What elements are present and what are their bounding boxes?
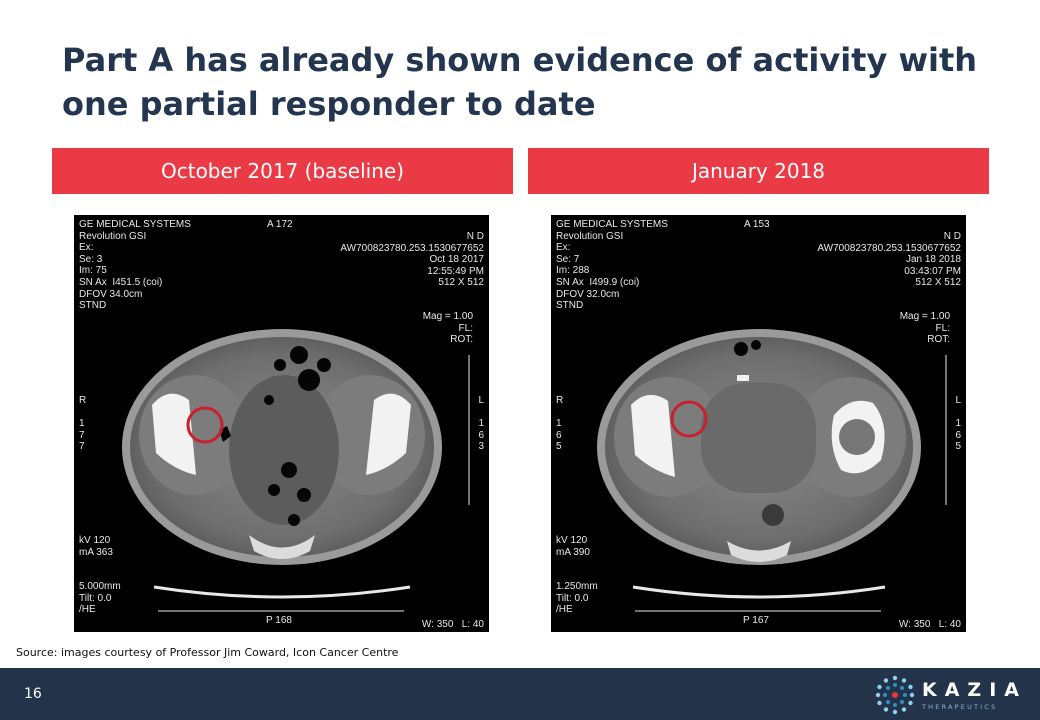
logo-tagline: THERAPEUTICS: [922, 703, 998, 711]
scan-kv-ma: kV 120 mA 390: [556, 535, 590, 558]
scan-position: P 168: [266, 615, 292, 626]
kazia-logo-icon: [875, 675, 915, 715]
scan-header-right: N D AW700823780.253.1530677652 Jan 18 20…: [817, 231, 961, 289]
footer-bar: 16 KAZIA THERAPEUTICS: [0, 668, 1040, 720]
scan-slice-info: 5.000mm Tilt: 0.0 /HE: [79, 581, 121, 616]
logo-wordmark: KAZIA: [922, 679, 1027, 701]
slide-title: Part A has already shown evidence of act…: [62, 38, 982, 126]
ct-scan-followup: GE MEDICAL SYSTEMS Revolution GSI Ex: Se…: [551, 215, 966, 632]
banner-followup: January 2018: [528, 148, 989, 194]
scan-window-level: W: 350 L: 40: [898, 619, 961, 630]
kazia-logo: KAZIA THERAPEUTICS: [874, 674, 1024, 716]
scan-header-right: N D AW700823780.253.1530677652 Oct 18 20…: [340, 231, 484, 289]
scan-side-right: L 1 6 5: [955, 395, 961, 453]
source-note: Source: images courtesy of Professor Jim…: [16, 646, 399, 659]
title-line-1: Part A has already shown evidence of act…: [62, 41, 978, 79]
scan-kv-ma: kV 120 mA 363: [79, 535, 113, 558]
scan-position: P 167: [743, 615, 769, 626]
scan-mag-info: Mag = 1.00 FL: ROT:: [899, 311, 950, 346]
scan-header-center: A 172: [267, 219, 293, 230]
scan-side-right: L 1 6 3: [478, 395, 484, 453]
scan-slice-info: 1.250mm Tilt: 0.0 /HE: [556, 581, 598, 616]
scan-header-left: GE MEDICAL SYSTEMS Revolution GSI Ex: Se…: [79, 219, 191, 312]
scan-side-left: R 1 7 7: [79, 395, 87, 453]
title-line-2: one partial responder to date: [62, 85, 596, 123]
scan-header-left: GE MEDICAL SYSTEMS Revolution GSI Ex: Se…: [556, 219, 668, 312]
scan-window-level: W: 350 L: 40: [421, 619, 484, 630]
page-number: 16: [24, 686, 42, 702]
scan-side-left: R 1 6 5: [556, 395, 564, 453]
ct-scan-baseline: GE MEDICAL SYSTEMS Revolution GSI Ex: Se…: [74, 215, 489, 632]
scan-header-center: A 153: [744, 219, 770, 230]
banner-baseline: October 2017 (baseline): [52, 148, 513, 194]
scan-mag-info: Mag = 1.00 FL: ROT:: [422, 311, 473, 346]
